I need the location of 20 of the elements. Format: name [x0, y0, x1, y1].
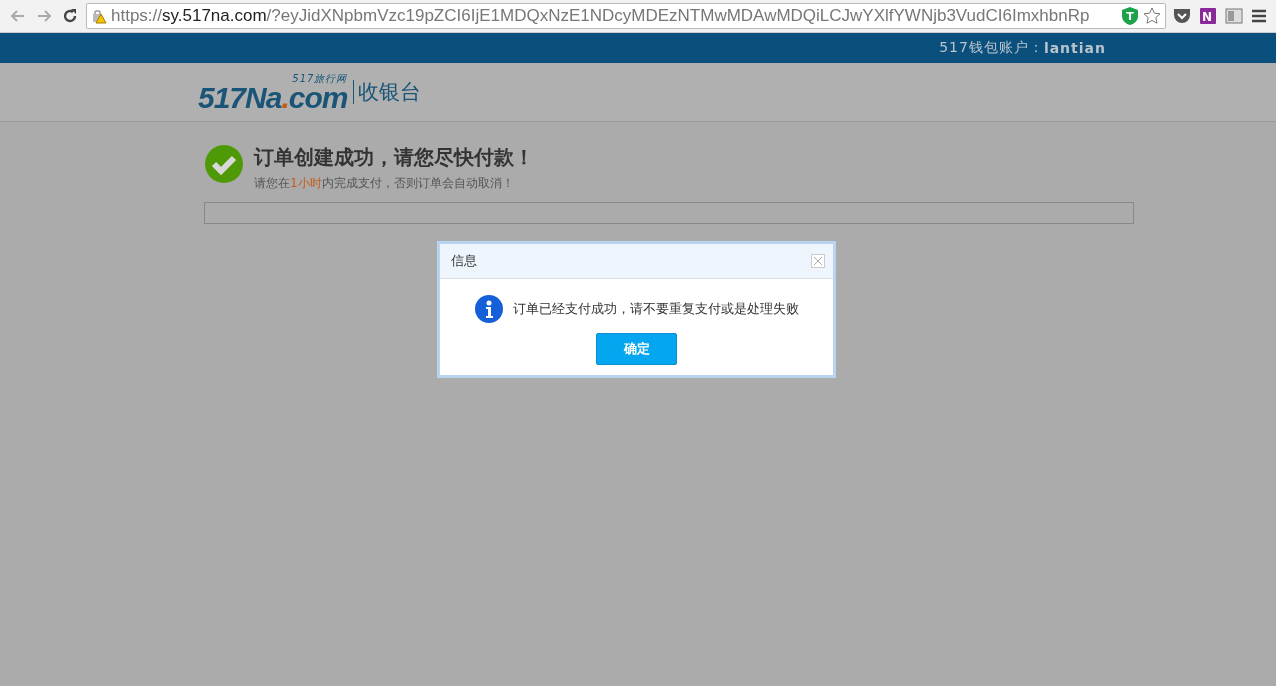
address-bar[interactable]: https://sy.517na.com/?eyJidXNpbmVzc19pZCI6IjE1MDQxNzE1NDcyMDEzNTMwMDAwMDQiLCJwYXlfYWNjb3VudCI6ImxhbnRp T — [86, 3, 1166, 29]
section-title: 收银台 — [353, 80, 422, 104]
dialog-message: 订单已经支付成功，请不要重复支付或是处理失败 — [512, 300, 799, 318]
account-name: lantian — [1043, 40, 1106, 56]
close-button[interactable] — [811, 254, 825, 268]
logo-tagline: 517旅行网 — [292, 72, 348, 84]
info-icon — [474, 295, 503, 323]
pocket-icon[interactable] — [1172, 7, 1192, 25]
dialog-title: 信息 — [451, 252, 477, 270]
account-label: 517钱包账户： — [939, 39, 1044, 57]
notebook-icon[interactable]: N — [1198, 6, 1218, 26]
reader-icon[interactable] — [1224, 6, 1244, 26]
menu-icon[interactable] — [1250, 8, 1268, 24]
lock-warning-icon — [91, 8, 107, 24]
payment-notice: 请您在1小时内完成支付，否则订单会自动取消！ — [254, 175, 515, 192]
site-logo: 517Na.com — [198, 83, 348, 112]
success-check-icon — [204, 144, 244, 184]
order-title: 订单创建成功，请您尽快付款！ — [254, 144, 534, 171]
url-text: https://sy.517na.com/?eyJidXNpbmVzc19pZCI6IjE1MDQxNzE1NDcyMDEzNTMwMDAwMDQiLCJwYXlfYWNjb3VudCI6ImxhbnRp — [111, 6, 1091, 26]
star-icon[interactable] — [1143, 7, 1161, 25]
